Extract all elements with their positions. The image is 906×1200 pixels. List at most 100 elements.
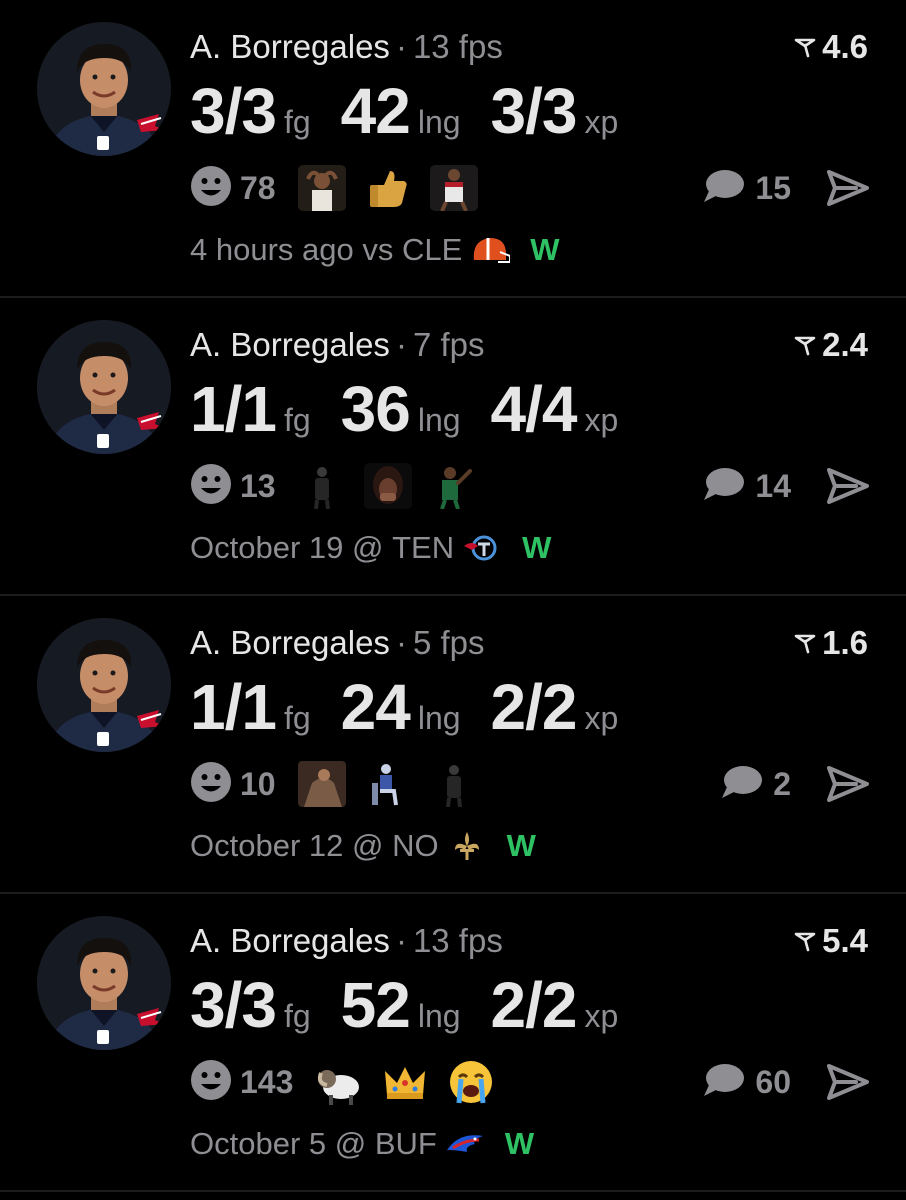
game-card[interactable]: A. Borregales · 13 fps 4.6 3/3 fg 42 lng 3/3…: [0, 0, 906, 298]
smiley-icon[interactable]: [190, 1059, 232, 1106]
stat-unit: xp: [584, 700, 619, 736]
smiley-icon[interactable]: [190, 165, 232, 212]
comment-button[interactable]: 14: [701, 464, 791, 508]
stat-value: 3/3: [490, 75, 578, 147]
comment-bubble-icon: [701, 465, 745, 508]
rating: 2.4: [794, 323, 868, 367]
stat-xp: 2/2 xp: [491, 670, 619, 744]
reaction-count[interactable]: 10: [240, 766, 276, 803]
smiley-icon[interactable]: [190, 463, 232, 510]
thumbs-up-emoji[interactable]: [364, 165, 412, 211]
opponent-name[interactable]: TEN: [392, 530, 454, 566]
share-send-icon[interactable]: [826, 764, 870, 804]
stat-unit: xp: [584, 104, 619, 140]
stat-xp: 2/2 xp: [491, 968, 619, 1042]
rating-arrow-icon: [794, 919, 816, 963]
titans-logo-icon: [462, 532, 502, 564]
comment-button[interactable]: 2: [719, 762, 791, 806]
fps-count: 13 fps: [412, 28, 503, 65]
reaction-count[interactable]: 13: [240, 468, 276, 505]
stat-lng: 52 lng: [341, 968, 461, 1042]
reaction-count[interactable]: 78: [240, 170, 276, 207]
slouched-person-gif[interactable]: [297, 761, 346, 807]
comment-bubble-icon: [719, 763, 763, 806]
stat-value: 52: [340, 969, 411, 1041]
player-name[interactable]: A. Borregales: [190, 922, 390, 959]
stat-unit: xp: [584, 402, 619, 438]
rating-value: 2.4: [822, 326, 868, 363]
stat-line: 1/1 fg 24 lng 2/2 xp: [190, 670, 648, 744]
standing-figure-gif[interactable]: [430, 761, 478, 807]
pointing-player-gif[interactable]: [430, 463, 478, 509]
comment-button[interactable]: 15: [701, 166, 791, 210]
hands-on-head-gif[interactable]: [297, 165, 346, 211]
ram-emoji[interactable]: [315, 1059, 363, 1105]
stat-lng: 36 lng: [341, 372, 461, 446]
game-card[interactable]: A. Borregales · 7 fps 2.4 1/1 fg 36 lng 4/4 x…: [0, 298, 906, 596]
game-card[interactable]: A. Borregales · 13 fps 5.4 3/3 fg 52 lng 2/2…: [0, 894, 906, 1192]
rating-arrow-icon: [794, 621, 816, 665]
rating-arrow-icon: [794, 323, 816, 367]
game-time: October 19: [190, 530, 344, 565]
comment-count: 14: [755, 467, 791, 504]
covering-face-gif[interactable]: [363, 463, 412, 509]
player-avatar[interactable]: [37, 22, 171, 156]
reactions-row: 78: [190, 164, 496, 212]
stat-value: 24: [340, 671, 411, 743]
fps-count: 5 fps: [412, 624, 485, 661]
game-result: W: [506, 828, 536, 863]
card-header: A. Borregales · 13 fps: [190, 25, 503, 69]
game-time: 4 hours ago: [190, 232, 354, 267]
opponent-prefix: @: [352, 828, 384, 863]
reactions-row: 10: [190, 760, 496, 808]
share-send-icon[interactable]: [826, 1062, 870, 1102]
separator-dot: ·: [395, 28, 407, 65]
stat-fg: 3/3 fg: [190, 74, 311, 148]
seated-figure-gif[interactable]: [364, 761, 412, 807]
crying-face-emoji[interactable]: [447, 1059, 495, 1105]
basketball-player-gif[interactable]: [429, 165, 478, 211]
comment-bubble-icon: [701, 1061, 745, 1104]
opponent-name[interactable]: NO: [392, 828, 439, 864]
player-avatar[interactable]: [37, 618, 171, 752]
card-header: A. Borregales · 13 fps: [190, 919, 503, 963]
reactions-row: 13: [190, 462, 496, 510]
share-send-icon[interactable]: [826, 466, 870, 506]
stat-fg: 1/1 fg: [190, 372, 311, 446]
stat-unit: lng: [417, 700, 461, 736]
bills-logo-icon: [445, 1128, 485, 1160]
game-result: W: [522, 530, 552, 565]
rating-value: 4.6: [822, 28, 868, 65]
card-header: A. Borregales · 7 fps: [190, 323, 484, 367]
player-name[interactable]: A. Borregales: [190, 326, 390, 363]
stat-value: 36: [340, 373, 411, 445]
player-avatar[interactable]: [37, 916, 171, 1050]
share-send-icon[interactable]: [826, 168, 870, 208]
opponent-name[interactable]: BUF: [375, 1126, 437, 1162]
game-feed: A. Borregales · 13 fps 4.6 3/3 fg 42 lng 3/3…: [0, 0, 906, 1200]
stat-line: 3/3 fg 42 lng 3/3 xp: [190, 74, 648, 148]
player-name[interactable]: A. Borregales: [190, 28, 390, 65]
crown-emoji[interactable]: [381, 1059, 429, 1105]
comment-bubble-icon: [701, 167, 745, 210]
stat-unit: fg: [283, 700, 311, 736]
opponent-name[interactable]: CLE: [402, 232, 462, 268]
smiley-icon[interactable]: [190, 761, 232, 808]
stat-line: 3/3 fg 52 lng 2/2 xp: [190, 968, 648, 1042]
stat-unit: lng: [417, 104, 461, 140]
game-meta: October 19 @ TEN W: [190, 526, 551, 570]
comment-count: 15: [755, 169, 791, 206]
fps-count: 7 fps: [412, 326, 485, 363]
player-name[interactable]: A. Borregales: [190, 624, 390, 661]
stat-unit: fg: [283, 104, 311, 140]
separator-dot: ·: [395, 624, 407, 661]
game-card[interactable]: A. Borregales · 5 fps 1.6 1/1 fg 24 lng 2/2 x…: [0, 596, 906, 894]
reaction-count[interactable]: 143: [240, 1064, 293, 1101]
comment-count: 60: [755, 1063, 791, 1100]
rating-arrow-icon: [794, 25, 816, 69]
comment-button[interactable]: 60: [701, 1060, 791, 1104]
comment-count: 2: [773, 765, 791, 802]
standing-man-gif[interactable]: [298, 463, 346, 509]
stat-value: 2/2: [490, 969, 578, 1041]
player-avatar[interactable]: [37, 320, 171, 454]
